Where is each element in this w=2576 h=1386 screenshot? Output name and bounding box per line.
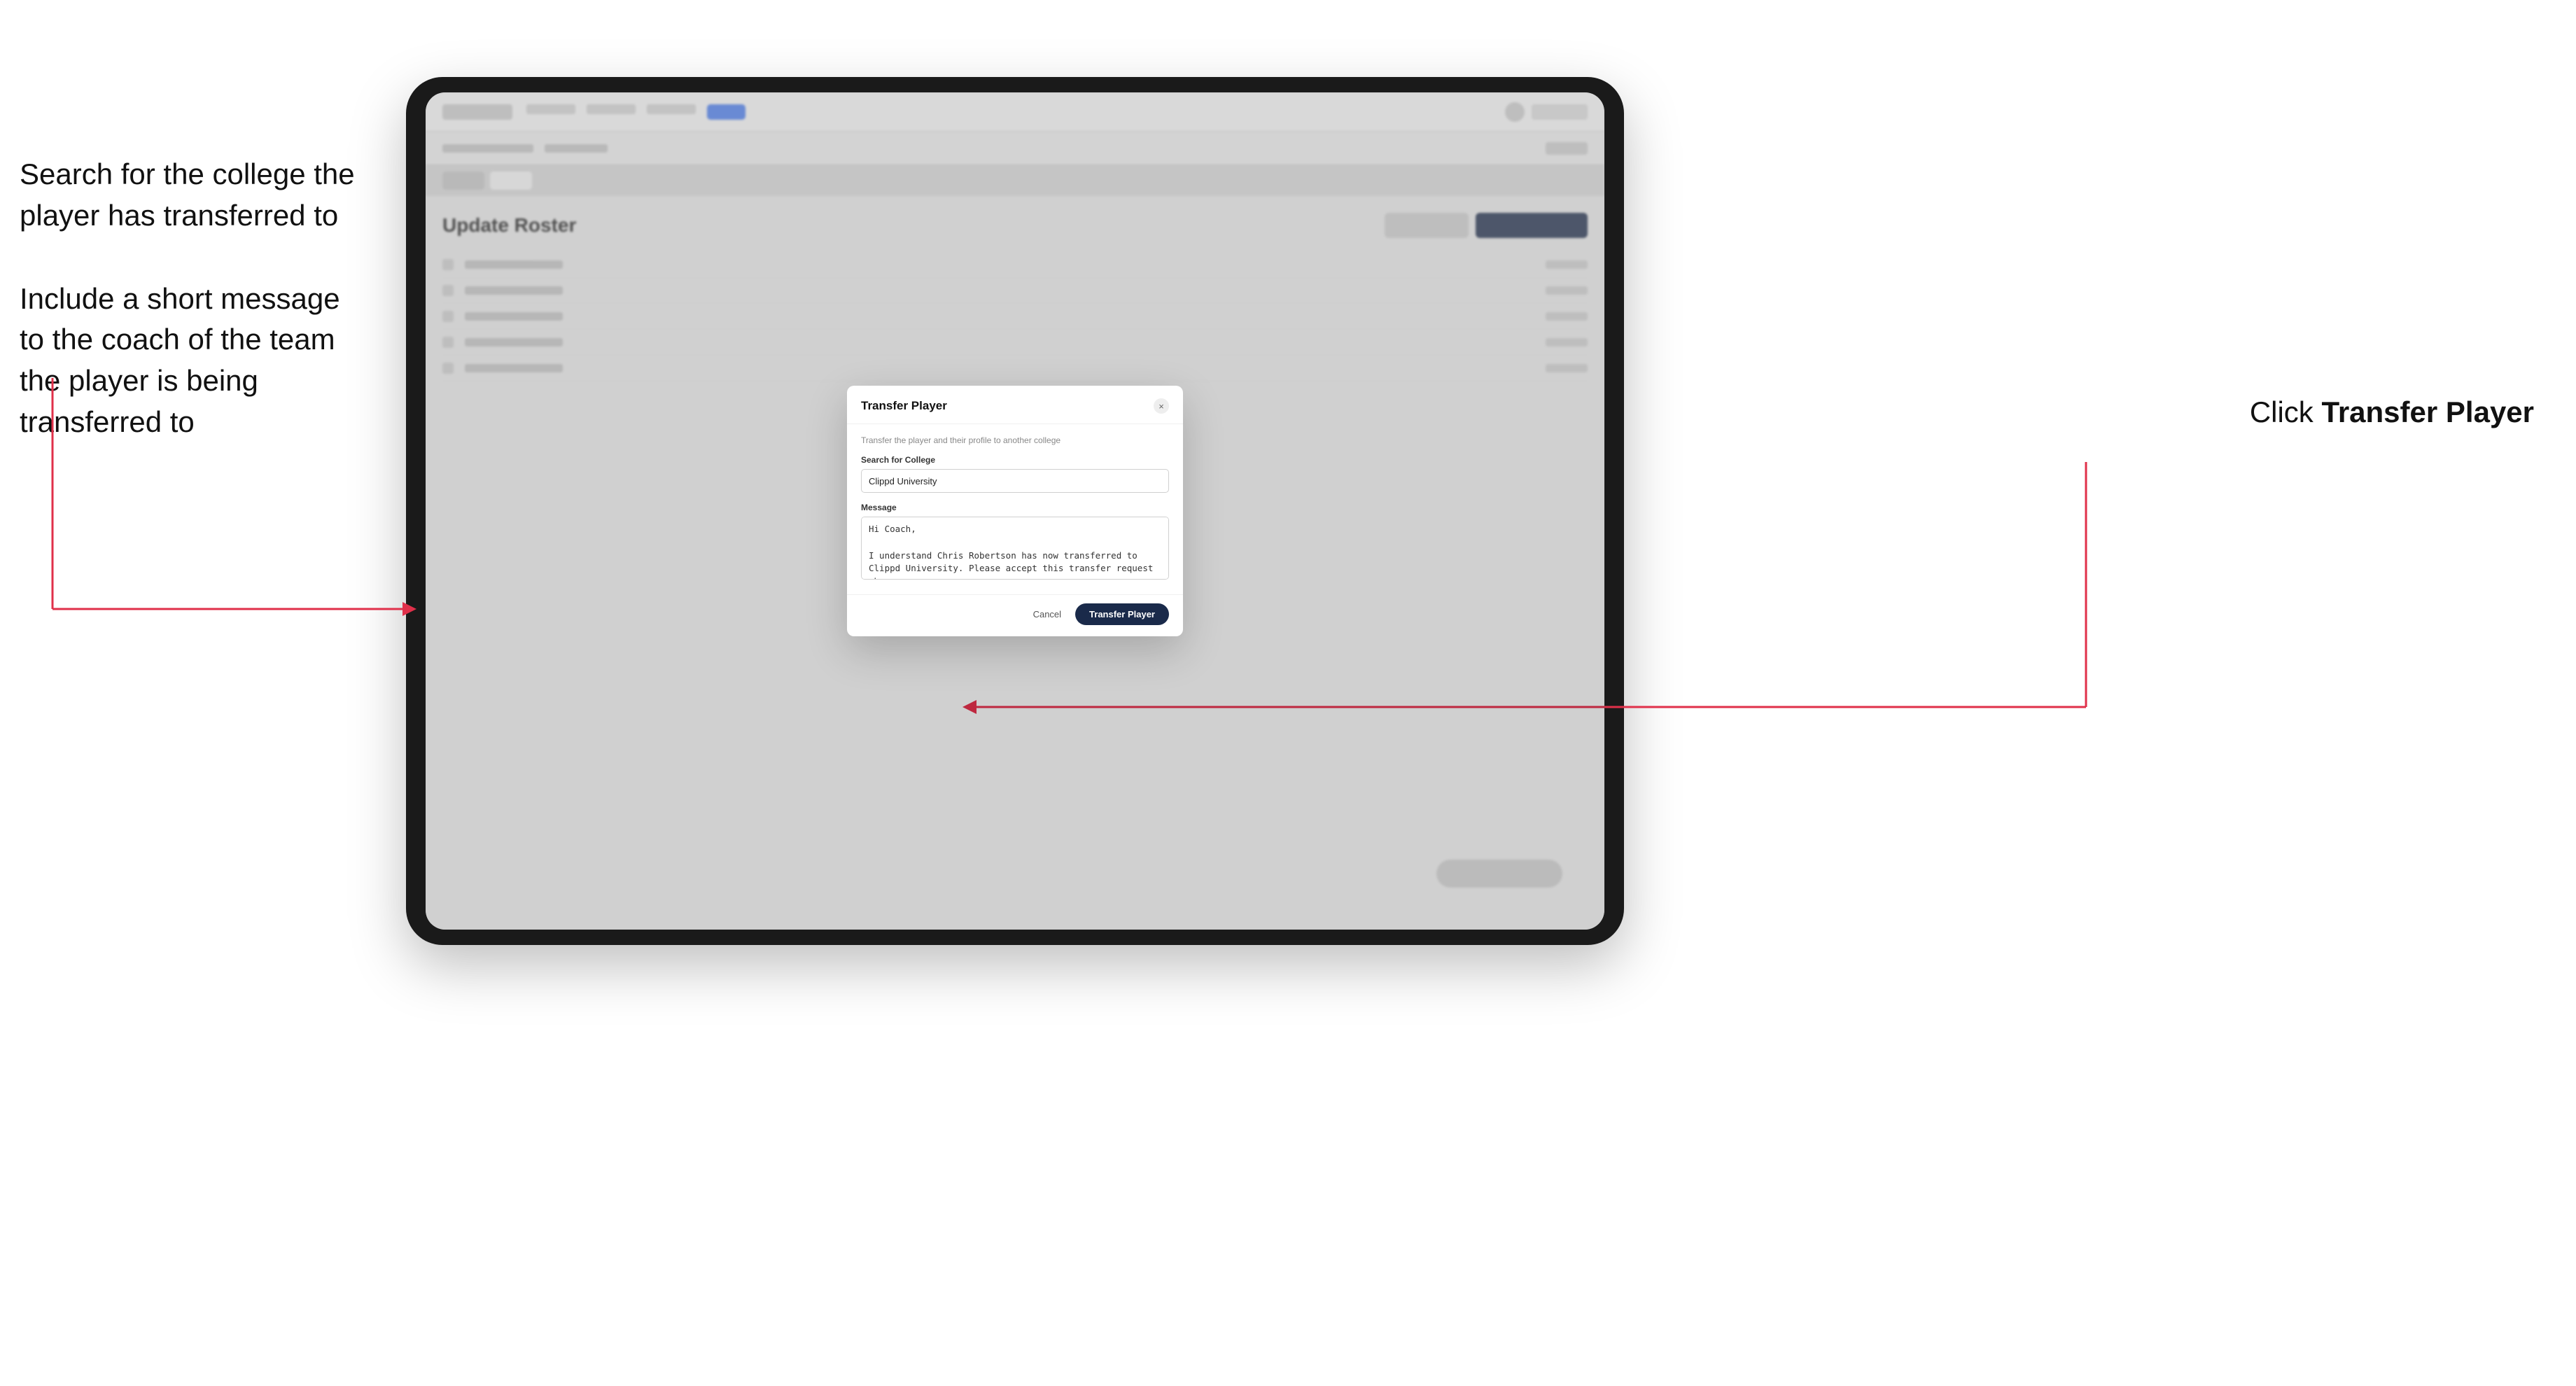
annotation-line5: the player is being	[20, 360, 355, 402]
annotation-right-bold: Transfer Player	[2321, 396, 2534, 428]
transfer-player-dialog: Transfer Player × Transfer the player an…	[847, 386, 1183, 636]
annotation-left: Search for the college the player has tr…	[20, 154, 355, 443]
annotation-right-prefix: Click	[2250, 396, 2322, 428]
annotation-line2: player has transferred to	[20, 195, 355, 237]
dialog-subtitle: Transfer the player and their profile to…	[861, 435, 1169, 445]
dialog-body: Transfer the player and their profile to…	[847, 424, 1183, 594]
dialog-overlay: Transfer Player × Transfer the player an…	[426, 92, 1604, 930]
dialog-title: Transfer Player	[861, 399, 947, 413]
tablet-device: Update Roster	[406, 77, 1624, 945]
dialog-header: Transfer Player ×	[847, 386, 1183, 424]
search-college-label: Search for College	[861, 455, 1169, 465]
close-icon: ×	[1158, 401, 1164, 412]
message-label: Message	[861, 503, 1169, 512]
annotation-line4: to the coach of the team	[20, 319, 355, 360]
search-college-input[interactable]	[861, 469, 1169, 493]
annotation-line1: Search for the college the	[20, 154, 355, 195]
annotation-right: Click Transfer Player	[2250, 392, 2534, 433]
annotation-line3: Include a short message	[20, 279, 355, 320]
message-textarea[interactable]: Hi Coach, I understand Chris Robertson h…	[861, 517, 1169, 580]
annotation-line6: transferred to	[20, 402, 355, 443]
cancel-button[interactable]: Cancel	[1026, 605, 1068, 624]
dialog-footer: Cancel Transfer Player	[847, 594, 1183, 636]
transfer-player-button[interactable]: Transfer Player	[1075, 603, 1169, 625]
tablet-screen: Update Roster	[426, 92, 1604, 930]
dialog-close-button[interactable]: ×	[1154, 398, 1169, 414]
